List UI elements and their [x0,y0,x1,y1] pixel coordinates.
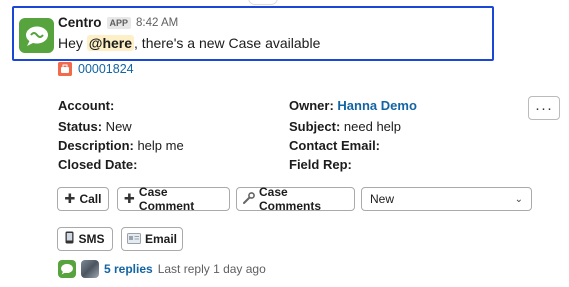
field-subject: Subject: need help [289,119,401,134]
message-timestamp[interactable]: 8:42 AM [136,17,178,29]
email-label: Email [145,232,178,246]
field-description: Description: help me [58,138,184,153]
message-body: Hey @here , there's a new Case available [58,35,320,51]
status-select[interactable]: New ⌄ [361,187,532,211]
more-actions-button[interactable]: ··· [528,96,560,120]
message-text-before: Hey [58,35,87,51]
chevron-down-icon: ⌄ [514,193,523,205]
status-select-value: New [370,192,395,206]
status-label: Status: [58,119,103,134]
id-card-icon [127,232,141,247]
case-number-link[interactable]: 00001824 [78,62,134,76]
field-rep-label: Field Rep: [289,157,352,172]
sender-name[interactable]: Centro [58,15,102,30]
field-contact-email: Contact Email: [289,138,380,153]
case-link-row: 00001824 [58,62,134,76]
case-comments-label: Case Comments [259,185,322,213]
more-icon: ··· [535,99,553,117]
subject-label: Subject: [289,119,341,134]
app-badge: APP [106,16,132,29]
field-owner: Owner: Hanna Demo [289,98,417,113]
centro-mini-avatar [58,260,76,278]
sms-label: SMS [78,232,105,246]
account-label: Account: [58,98,115,113]
thread-summary[interactable]: 5 replies Last reply 1 day ago [58,260,266,278]
user-avatar [81,260,99,278]
message-header: Centro APP 8:42 AM [58,15,178,30]
email-button[interactable]: Email [121,227,183,251]
field-field-rep: Field Rep: [289,157,352,172]
briefcase-icon [58,62,72,76]
contact-email-label: Contact Email: [289,138,381,153]
mobile-phone-icon [65,231,74,247]
call-button[interactable]: ✚ Call [57,187,109,211]
message-text-after: , there's a new Case available [134,35,321,51]
case-comment-button[interactable]: ✚ Case Comment [117,185,230,213]
field-status: Status: New [58,119,132,134]
subject-value: need help [340,119,402,134]
description-label: Description: [58,138,134,153]
closed-date-label: Closed Date: [58,157,138,172]
wrench-icon [243,191,255,207]
speech-bubble-icon [25,26,48,46]
owner-label: Owner: [289,98,334,113]
status-value: New [102,119,132,134]
case-comments-button[interactable]: Case Comments [236,185,355,213]
field-closed-date: Closed Date: [58,157,137,172]
panel-tab-edge [248,0,278,5]
description-value: help me [133,138,184,153]
centro-app-avatar[interactable] [19,18,54,53]
last-reply-time: Last reply 1 day ago [157,262,266,276]
replies-link[interactable]: 5 replies [104,262,153,276]
sms-button[interactable]: SMS [57,227,113,251]
plus-icon: ✚ [64,191,76,206]
plus-icon: ✚ [124,191,135,206]
field-account: Account: [58,98,114,113]
here-mention[interactable]: @here [86,35,135,51]
owner-link[interactable]: Hanna Demo [337,98,416,113]
case-comment-label: Case Comment [138,185,195,213]
call-label: Call [79,192,102,206]
